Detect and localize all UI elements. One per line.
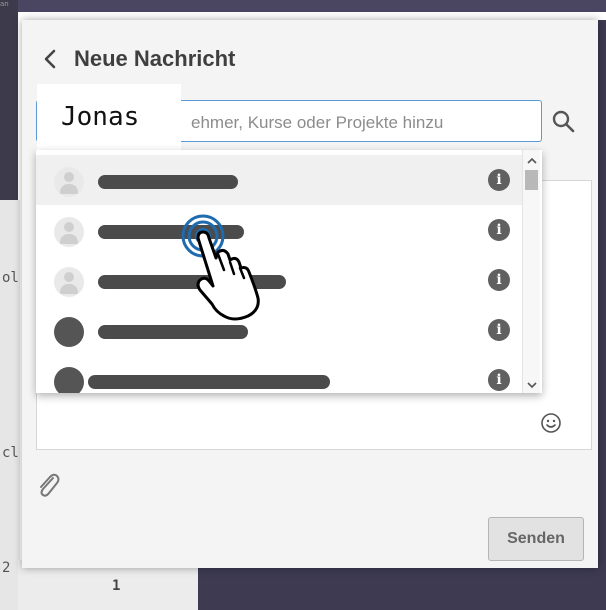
backdrop-top (0, 0, 606, 12)
chevron-left-icon[interactable] (40, 46, 62, 72)
typed-text-annotation: Jonas (37, 84, 181, 156)
suggestion-item[interactable]: i (36, 305, 522, 355)
suggestion-item[interactable]: i (36, 255, 522, 305)
suggestion-item[interactable]: i (36, 355, 522, 393)
background-sidebar (0, 200, 20, 610)
dialog-title: Neue Nachricht (74, 46, 236, 71)
avatar (54, 167, 84, 197)
backdrop-right (598, 20, 606, 580)
send-button[interactable]: Senden (488, 517, 584, 561)
suggestions-scrollbar[interactable] (522, 150, 540, 393)
info-icon[interactable]: i (488, 169, 510, 191)
smiley-icon[interactable] (540, 412, 562, 434)
info-icon[interactable]: i (488, 219, 510, 241)
chevron-up-icon[interactable] (526, 152, 538, 164)
background-badge: 1 (112, 578, 121, 594)
suggestion-item[interactable]: i (36, 205, 522, 255)
suggestion-item[interactable]: i (36, 155, 522, 205)
background-text-fragment: ol (2, 270, 19, 286)
avatar (54, 367, 84, 393)
search-icon[interactable] (550, 108, 576, 134)
chevron-down-icon[interactable] (526, 376, 538, 389)
paperclip-icon[interactable] (34, 470, 62, 500)
redacted-name (98, 175, 238, 189)
avatar (54, 317, 84, 347)
info-icon[interactable]: i (488, 369, 510, 391)
redacted-name (98, 325, 248, 339)
info-icon[interactable]: i (488, 269, 510, 291)
recipient-suggestions: i i i i i (36, 150, 542, 393)
search-placeholder: ehmer, Kurse oder Projekte hinzu (191, 113, 444, 132)
avatar (54, 267, 84, 297)
background-text-fragment: 2 (2, 560, 11, 576)
typed-text: Jonas (61, 102, 140, 132)
corner-label: an (0, 0, 9, 8)
hand-pointer-icon (176, 206, 276, 326)
background-text-fragment: cl (2, 445, 19, 461)
avatar (54, 217, 84, 247)
info-icon[interactable]: i (488, 319, 510, 341)
scrollbar-thumb[interactable] (525, 170, 538, 190)
redacted-name (88, 375, 330, 389)
